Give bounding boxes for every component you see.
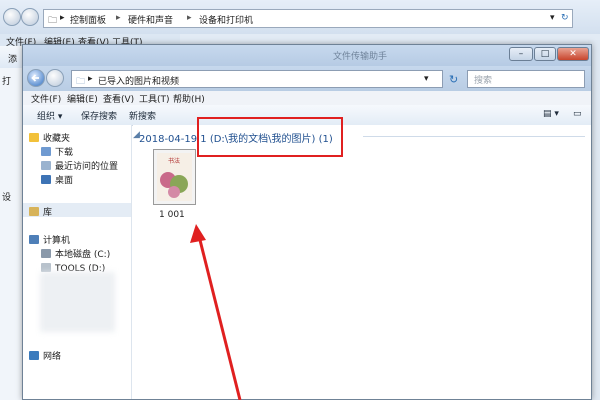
nav-item-desktop[interactable]: 桌面 (41, 173, 73, 186)
nav-item-recent[interactable]: 最近访问的位置 (41, 159, 118, 172)
highlight-box (197, 117, 343, 157)
toolbar-fragment[interactable]: 添 (8, 52, 17, 65)
star-icon (29, 133, 39, 142)
menu-file[interactable]: 文件(F) (31, 92, 61, 105)
nav-item-libraries[interactable]: 库 (23, 203, 131, 218)
favorites-group[interactable]: 收藏夹 (29, 131, 70, 144)
refresh-icon[interactable]: ↻ (449, 73, 458, 86)
forward-icon[interactable] (21, 8, 39, 26)
title-bar[interactable]: 文件传输助手 – □ ✕ (23, 45, 591, 66)
thumb-text: 书法 (168, 157, 180, 165)
file-name[interactable]: 1 001 (159, 210, 185, 220)
library-icon (29, 207, 39, 216)
menu-help[interactable]: 帮助(H) (173, 92, 205, 105)
divider (363, 136, 585, 137)
save-search-button[interactable]: 保存搜索 (81, 109, 117, 122)
background-nav-bar: 🗀 ▸ 控制面板 ▸ 硬件和声音 ▸ 设备和打印机 ▾ ↻ (0, 0, 600, 34)
menu-tools[interactable]: 工具(T) (139, 92, 170, 105)
menubar: 文件(F) 编辑(E) 查看(V) 工具(T) 帮助(H) (23, 91, 591, 105)
nav-bar: 🗀 ▸ 已导入的图片和视频 ▾ ↻ 搜索 (23, 66, 591, 91)
download-icon (41, 147, 51, 156)
minimize-button[interactable]: – (509, 47, 533, 61)
organize-button[interactable]: 组织 ▾ (37, 109, 62, 122)
window-title: 文件传输助手 (333, 52, 388, 62)
chevron-right-icon[interactable]: ▸ (187, 13, 192, 23)
preview-pane-icon[interactable]: ▭ (573, 109, 582, 119)
view-options-icon[interactable]: ▤ ▾ (543, 109, 559, 119)
breadcrumb-devices[interactable]: 设备和打印机 (199, 13, 253, 26)
forward-icon[interactable] (46, 69, 64, 87)
background-address-bar[interactable]: 🗀 ▸ 控制面板 ▸ 硬件和声音 ▸ 设备和打印机 ▾ ↻ (43, 9, 573, 28)
nav-item-computer[interactable]: 计算机 (29, 233, 70, 246)
left-fragment: 打 (2, 77, 12, 87)
chevron-right-icon[interactable]: ▸ (116, 13, 121, 23)
drive-icon (41, 249, 51, 258)
dropdown-icon[interactable]: ▾ (550, 13, 555, 23)
chevron-right-icon[interactable]: ▸ (88, 74, 93, 84)
new-search-button[interactable]: 新搜索 (129, 109, 156, 122)
drive-icon (41, 263, 51, 272)
computer-icon (29, 235, 39, 244)
search-input[interactable]: 搜索 (467, 70, 585, 88)
refresh-icon[interactable]: ↻ (561, 13, 569, 23)
back-icon[interactable] (3, 8, 21, 26)
maximize-button[interactable]: □ (534, 47, 556, 61)
file-thumbnail[interactable]: 书法 (153, 149, 196, 205)
folder-icon: 🗀 (76, 77, 86, 87)
close-button[interactable]: ✕ (557, 47, 589, 61)
left-fragment: 设 (2, 193, 12, 203)
address-bar[interactable]: 🗀 ▸ 已导入的图片和视频 ▾ (71, 70, 443, 88)
nav-item-drive-c[interactable]: 本地磁盘 (C:) (41, 247, 110, 260)
chevron-right-icon[interactable]: ▸ (60, 13, 65, 23)
menu-edit[interactable]: 编辑(E) (67, 92, 98, 105)
breadcrumb-control-panel[interactable]: 控制面板 (70, 13, 106, 26)
nav-item-network[interactable]: 网络 (29, 349, 61, 362)
menu-view[interactable]: 查看(V) (103, 92, 134, 105)
dropdown-icon[interactable]: ▾ (424, 74, 429, 84)
navigation-pane: 收藏夹 下载 最近访问的位置 桌面 库 计算机 本地磁盘 (C:) TOOLS … (23, 125, 132, 399)
desktop-icon (41, 175, 51, 184)
file-list: ◢ 2018-04-19 1 (D:\我的文档\我的图片) (1) 书法 1 0… (133, 125, 591, 399)
background-left-pane: 打 设 (0, 68, 23, 400)
explorer-window: 文件传输助手 – □ ✕ 🗀 ▸ 已导入的图片和视频 ▾ ↻ 搜索 文件(F) … (22, 44, 592, 400)
breadcrumb-hardware[interactable]: 硬件和声音 (128, 13, 173, 26)
nav-item-downloads[interactable]: 下载 (41, 145, 73, 158)
recent-places-icon (41, 161, 51, 170)
back-icon[interactable] (27, 69, 45, 87)
breadcrumb-imported[interactable]: 已导入的图片和视频 (98, 74, 179, 87)
blurred-region (40, 272, 115, 332)
folder-icon: 🗀 (48, 16, 58, 26)
network-icon (29, 351, 39, 360)
